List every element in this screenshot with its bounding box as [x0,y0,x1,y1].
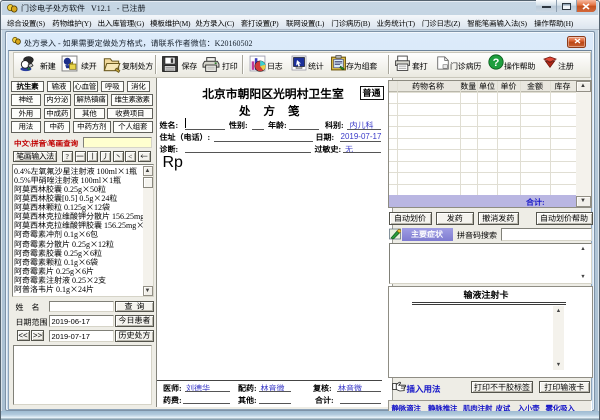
svg-text:?: ? [493,57,500,69]
